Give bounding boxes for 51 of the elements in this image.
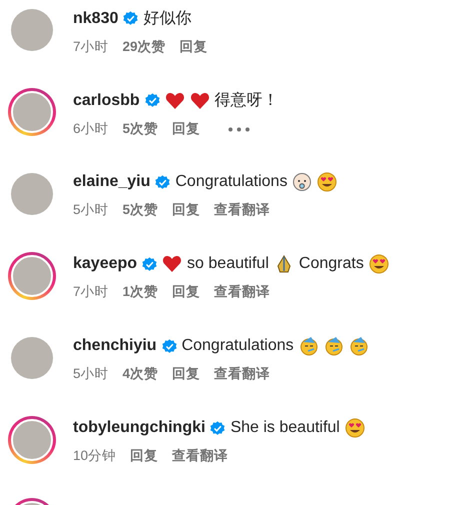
verified-badge-icon	[144, 93, 160, 108]
comment-text: Congrats	[298, 255, 364, 273]
reply-link[interactable]: 回复	[180, 38, 208, 56]
verified-badge-icon	[123, 11, 138, 26]
translate-link[interactable]: 查看翻译	[172, 447, 228, 465]
translate-link[interactable]: 查看翻译	[214, 283, 270, 301]
reply-link[interactable]: 回复	[172, 365, 200, 383]
comment-time: 5小时	[73, 365, 109, 383]
likes-count[interactable]: 5次赞	[122, 120, 158, 138]
heart-icon	[164, 90, 185, 110]
party-face-icon	[348, 336, 369, 356]
verified-badge-icon	[155, 174, 170, 190]
reply-link[interactable]: 回复	[172, 201, 200, 219]
comment-time: 10分钟	[73, 447, 116, 465]
heart-icon	[190, 90, 210, 110]
comment-time: 6小时	[73, 120, 109, 138]
comment-text: so beautiful	[187, 255, 269, 273]
party-face-icon	[324, 336, 344, 356]
username[interactable]: elaine_yiu	[73, 173, 150, 191]
username[interactable]: kayeepo	[73, 255, 138, 273]
username[interactable]: nk830	[73, 10, 118, 28]
reply-link[interactable]: 回复	[130, 447, 158, 465]
comment-text: She is beautiful	[230, 419, 340, 437]
heart-eyes-face-icon	[344, 418, 365, 438]
username[interactable]: carlosbb	[73, 92, 140, 110]
likes-count[interactable]: 4次赞	[122, 365, 158, 383]
verified-badge-icon	[210, 420, 226, 436]
username[interactable]: chenchiyiu	[73, 337, 157, 355]
verified-badge-icon	[142, 256, 158, 272]
baby-face-icon	[292, 172, 312, 192]
more-options-icon[interactable]	[228, 126, 250, 132]
comment-text: 好似你	[143, 9, 192, 29]
likes-count[interactable]: 5次赞	[122, 201, 158, 219]
verified-badge-icon	[162, 338, 177, 354]
translate-link[interactable]: 查看翻译	[214, 365, 270, 383]
username[interactable]: tobyleungchingki	[73, 419, 206, 437]
heart-eyes-face-icon	[317, 172, 338, 192]
translate-link[interactable]: 查看翻译	[214, 201, 270, 219]
party-face-icon	[298, 336, 319, 356]
likes-count[interactable]: 29次赞	[122, 38, 166, 56]
reply-link[interactable]: 回复	[172, 120, 200, 138]
comment-time: 7小时	[73, 283, 109, 301]
heart-icon	[162, 254, 182, 274]
comment-text: Congratulations	[175, 173, 288, 191]
comment-time: 7小时	[73, 38, 109, 56]
comment-text: 得意呀！	[214, 90, 279, 111]
comment-text: Congratulations	[182, 337, 294, 355]
heart-eyes-face-icon	[368, 254, 389, 274]
comment-time: 5小时	[73, 201, 109, 219]
likes-count[interactable]: 1次赞	[122, 283, 158, 301]
reply-link[interactable]: 回复	[172, 283, 200, 301]
